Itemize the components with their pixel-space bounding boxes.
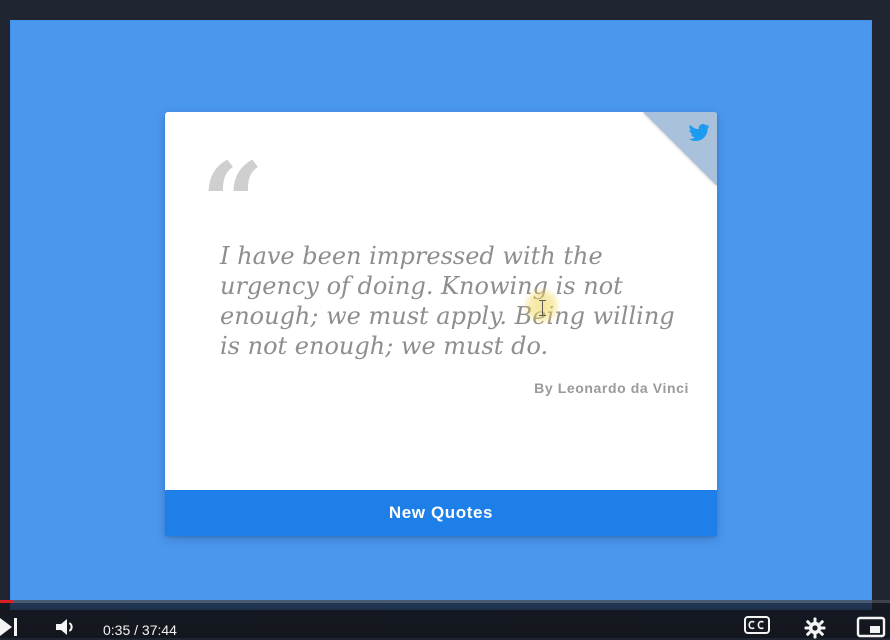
skip-next-icon[interactable] xyxy=(0,616,20,638)
quote-mark-icon: “ xyxy=(201,138,265,267)
quote-author: By Leonardo da Vinci xyxy=(534,380,689,396)
time-display: 0:35 / 37:44 xyxy=(103,622,177,638)
quote-text: I have been impressed with the urgency o… xyxy=(220,242,675,360)
new-quotes-button[interactable]: New Quotes xyxy=(165,490,717,536)
progress-fill xyxy=(0,600,14,603)
cc-icon[interactable] xyxy=(744,616,770,634)
miniplayer-icon[interactable] xyxy=(856,616,886,638)
text-cursor-icon xyxy=(539,300,546,316)
progress-bar[interactable] xyxy=(0,600,890,603)
twitter-icon[interactable] xyxy=(687,120,711,144)
tweet-corner[interactable] xyxy=(637,112,717,192)
gear-icon[interactable] xyxy=(803,616,827,640)
volume-icon[interactable] xyxy=(54,616,76,638)
